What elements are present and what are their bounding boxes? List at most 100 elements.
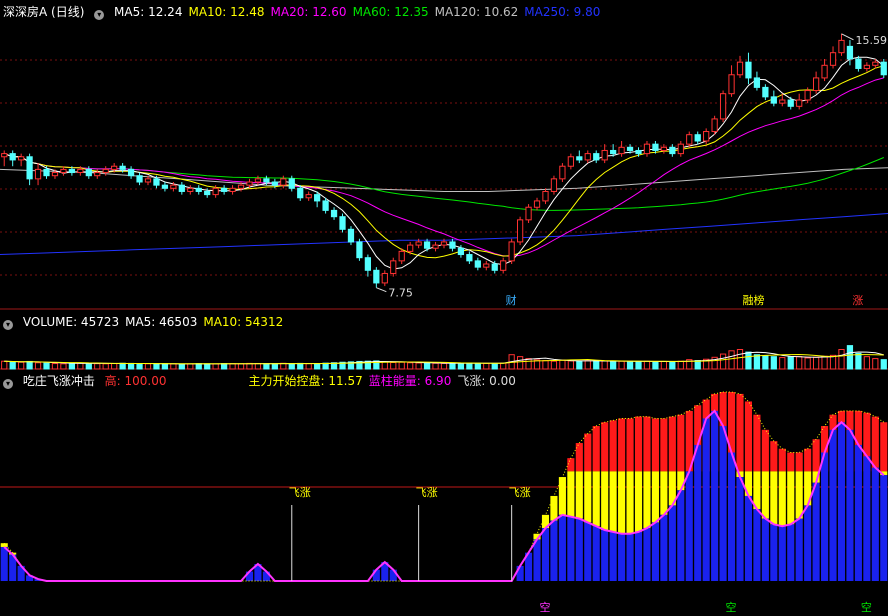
indicator-red-bar [584,433,592,472]
volume-legend-item-2: MA10: 54312 [203,315,284,329]
collapse-toggle-icon[interactable]: ▾ [3,379,13,389]
volume-bar [466,362,473,370]
indicator-yellow-bar [643,471,651,529]
stock-title[interactable]: 深深房A (日线) [3,5,84,19]
indicator-legend: 高: 100.00 主力开始控盘: 11.57 蓝柱能量: 6.90 飞涨: 0.00 [105,374,522,388]
candle-body [779,99,786,104]
candle-body [593,153,600,161]
volume-bar [314,363,321,370]
volume-bar [51,363,59,370]
volume-bar [34,362,42,370]
bottom-signal-label: 空 [539,600,550,614]
indicator-yellow-bar [770,471,778,525]
candle-body [838,39,845,54]
volume-bar [390,362,397,370]
volume-bar [305,363,312,370]
indicator-title[interactable]: 吃庄飞涨冲击 [23,374,95,388]
volume-bar [736,349,744,370]
indicator-blue-bar [668,505,676,581]
candle-body [1,153,8,158]
volume-bar [440,362,448,370]
candle-body [863,64,870,69]
candle-body [51,172,59,177]
indicator-legend-item-3: 飞涨: 0.00 [457,374,516,388]
indicator-blue-bar [727,452,736,581]
indicator-red-bar [626,418,634,472]
volume-bar [652,361,659,370]
indicator-red-bar [804,448,812,472]
candle-body [60,168,67,174]
candle-body [770,96,777,104]
indicator-blue-bar [702,418,710,581]
indicator-blue-bar [863,456,871,581]
volume-bar [1,360,8,370]
candle-body [373,269,380,284]
candle-body [229,187,236,192]
candle-body [415,241,422,246]
indicator-yellow-bar [592,471,600,527]
volume-bar [195,363,202,370]
volume-bar [804,357,811,370]
surge-signal-label: 飞涨 [289,486,311,499]
volume-bar [491,363,498,370]
candle-body [77,168,84,174]
candle-body [254,178,262,183]
indicator-yellow-bar [677,471,685,491]
volume-bar [829,354,837,370]
indicator-blue-bar [744,495,753,581]
candle-body [483,263,490,268]
indicator-blue-bar [854,444,862,581]
candle-body [178,184,185,192]
indicator-blue-bar [584,522,592,581]
volume-ma10-line [4,353,884,365]
candle-body [280,178,287,186]
candle-body [390,260,397,274]
indicator-blue-bar [643,528,651,581]
volume-legend-item-1: MA5: 46503 [125,315,198,329]
candle-body [34,168,42,180]
candle-body [220,187,228,192]
kline-header: 深深房A (日线) ▾ MA5: 12.24 MA10: 12.48 MA20: 1… [3,3,612,21]
volume-bar [423,362,431,370]
collapse-toggle-icon[interactable]: ▾ [94,10,105,20]
volume-bar [457,362,465,370]
candle-body [297,187,304,199]
candle-body [322,200,329,211]
candle-body [525,206,532,221]
volume-bar [60,363,67,370]
indicator-blue-bar [812,482,820,581]
candle-body [694,134,701,142]
indicator-red-bar [660,418,668,472]
indicator-red-bar [787,452,795,472]
ma-legend-item-4: MA120: 10.62 [434,5,519,19]
bottom-signal-label: 空 [861,600,872,614]
candle-body [102,168,109,174]
volume-bar [542,360,549,370]
indicator-blue-bar [770,524,778,581]
volume-bar [618,360,625,370]
candle-body [550,178,558,192]
indicator-yellow-bar [626,471,634,534]
volume-bar [635,360,642,370]
collapse-toggle-icon[interactable]: ▾ [3,320,13,330]
candle-body [787,99,794,107]
candle-body [9,153,16,161]
candle-body [626,146,634,151]
candle-body [829,52,837,66]
volume-header: ▾ VOLUME: 45723 MA5: 46503 MA10: 54312 [3,313,295,331]
surge-signal-label: 飞涨 [416,486,438,499]
candle-body [195,187,202,192]
volume-bar [567,360,574,370]
candle-body [423,241,431,249]
volume-bar [263,363,270,370]
candle-body [855,58,862,69]
volume-bar [280,362,287,370]
high-price-label: 15.59 [855,34,887,47]
volume-bar [136,363,143,370]
indicator-yellow-bar [651,471,659,523]
candle-body [880,61,887,76]
volume-bar [415,362,422,370]
indicator-blue-bar [601,529,609,581]
candle-body [872,61,879,66]
indicator-red-bar [575,443,583,472]
